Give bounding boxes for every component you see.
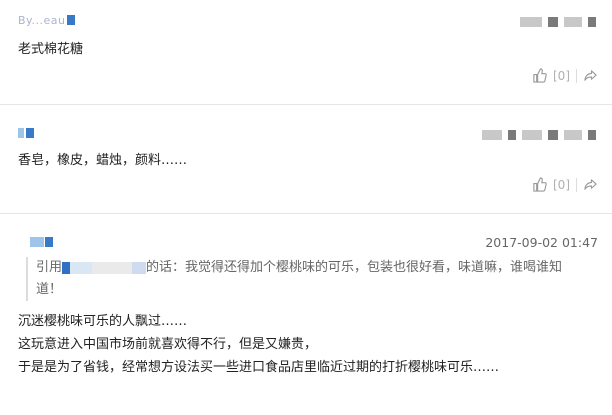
username-obscured bbox=[67, 15, 76, 25]
comment-2-actions: [0] bbox=[532, 177, 598, 192]
action-separator bbox=[576, 177, 577, 192]
share-icon[interactable] bbox=[583, 177, 598, 192]
meta-blur-block bbox=[482, 130, 502, 140]
username-obscured bbox=[30, 237, 44, 247]
meta-blur-block bbox=[564, 17, 582, 27]
comment-timestamp: 2017-09-02 01:47 bbox=[485, 235, 598, 250]
username-obscured bbox=[26, 128, 34, 138]
action-separator bbox=[576, 68, 577, 83]
quote-body-continued: 道！ bbox=[36, 282, 63, 297]
meta-blur-block bbox=[522, 130, 542, 140]
quote-body: 的话：我觉得还得加个樱桃味的可乐，包装也很好看，味道嘛，谁喝谁知 bbox=[146, 260, 563, 275]
comment-3-username[interactable] bbox=[30, 236, 53, 248]
share-icon[interactable] bbox=[583, 68, 598, 83]
meta-blur-block bbox=[564, 130, 582, 140]
comment-3-line-2: 这玩意进入中国市场前就喜欢得不行，但是又嫌贵， bbox=[18, 337, 318, 352]
comment-3-line-3: 于是是为了省钱，经常想方设法买一些进口食品店里临近过期的打折樱桃味可乐…… bbox=[18, 360, 500, 375]
comment-1-username[interactable]: By...eau bbox=[18, 13, 76, 27]
quoted-username-obscured[interactable] bbox=[62, 261, 147, 274]
comment-2: 香皂，橡皮，蜡烛，颜料…… [0] bbox=[0, 105, 612, 213]
meta-blur-block bbox=[588, 17, 596, 27]
comment-2-text: 香皂，橡皮，蜡烛，颜料…… bbox=[18, 153, 188, 168]
username-obscured bbox=[18, 128, 24, 138]
like-count: [0] bbox=[553, 177, 570, 192]
meta-blur-block bbox=[520, 17, 542, 27]
like-count: [0] bbox=[553, 68, 570, 83]
comment-1-meta-obscured bbox=[520, 16, 596, 28]
username-obscured bbox=[45, 237, 53, 247]
quote-prefix: 引用 bbox=[36, 260, 63, 275]
username-text: By...eau bbox=[18, 13, 66, 27]
thumbs-up-icon[interactable] bbox=[532, 68, 547, 83]
thumbs-up-icon[interactable] bbox=[532, 177, 547, 192]
comment-1-text: 老式棉花糖 bbox=[18, 42, 84, 57]
comment-3-line-1: 沉迷樱桃味可乐的人飘过…… bbox=[18, 314, 188, 329]
comment-1-actions: [0] bbox=[532, 68, 598, 83]
meta-blur-block bbox=[508, 130, 516, 140]
meta-blur-block bbox=[588, 130, 596, 140]
meta-blur-block bbox=[548, 17, 558, 27]
comment-2-meta-obscured bbox=[482, 129, 596, 141]
comment-3: 2017-09-02 01:47 引用 的话：我觉得还得加个樱桃味的可乐，包装也很… bbox=[0, 214, 612, 415]
meta-blur-block bbox=[548, 130, 558, 140]
comment-1: By...eau 老式棉花糖 [0] bbox=[0, 0, 612, 104]
comment-2-username[interactable] bbox=[18, 127, 34, 139]
quoted-comment: 引用 的话：我觉得还得加个樱桃味的可乐，包装也很好看，味道嘛，谁喝谁知 道！ bbox=[26, 257, 610, 301]
